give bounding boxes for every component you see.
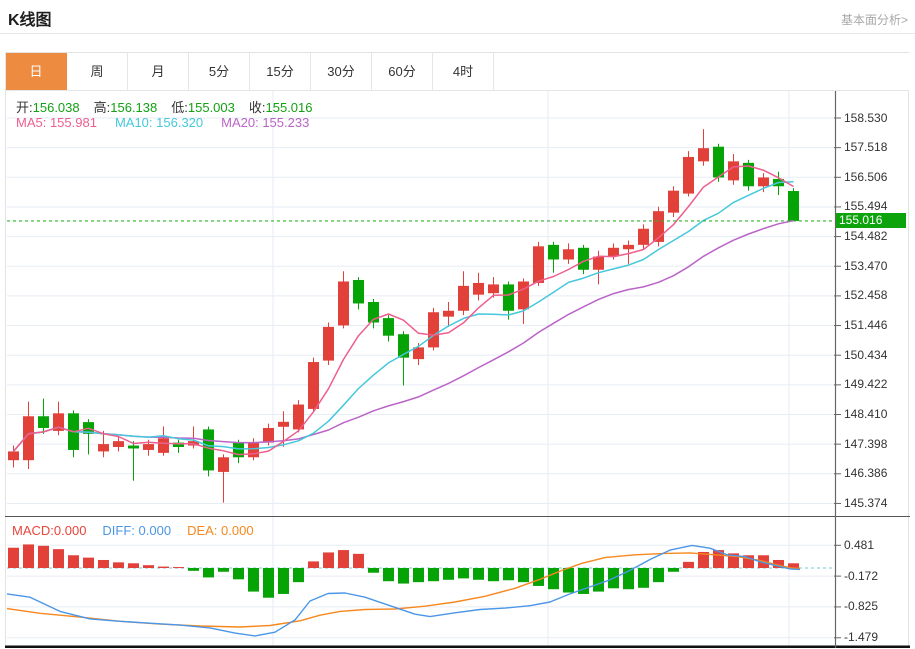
macd-tick-label: 0.481 bbox=[844, 537, 875, 552]
interval-tab[interactable]: 30分 bbox=[311, 53, 372, 90]
page-title: K线图 bbox=[8, 12, 52, 29]
interval-tab[interactable]: 5分 bbox=[189, 53, 250, 90]
price-tick-label: 151.446 bbox=[844, 318, 888, 333]
price-tick-label: 158.530 bbox=[844, 110, 888, 125]
interval-tab[interactable]: 周 bbox=[67, 53, 128, 90]
price-tick-label: 156.506 bbox=[844, 169, 888, 184]
low-value: 155.003 bbox=[187, 100, 235, 115]
ohlc-readout: 开:156.038 高:156.138 低:155.003 收:155.016 bbox=[16, 97, 327, 116]
macd-tick-label: -1.479 bbox=[844, 630, 879, 645]
price-tick-label: 146.386 bbox=[844, 466, 888, 481]
fundamental-analysis-link[interactable]: 基本面分析> bbox=[841, 11, 908, 28]
dea-value: DEA: 0.000 bbox=[187, 523, 254, 538]
interval-tab-bar: 日周月 5分 15分 30分 60分 4时 bbox=[6, 53, 909, 91]
ma5-value: MA5: 155.981 bbox=[16, 115, 97, 130]
low-label: 低: bbox=[171, 100, 188, 115]
price-tick-label: 154.482 bbox=[844, 229, 888, 244]
open-label: 开: bbox=[16, 100, 33, 115]
interval-tab[interactable]: 日 bbox=[6, 53, 67, 90]
price-tick-label: 157.518 bbox=[844, 140, 888, 155]
diff-value: DIFF: 0.000 bbox=[102, 523, 172, 538]
macd-readout: MACD:0.000 DIFF: 0.000 DEA: 0.000 bbox=[12, 523, 254, 538]
open-value: 156.038 bbox=[32, 100, 80, 115]
price-tick-label: 148.410 bbox=[844, 406, 888, 421]
price-tick-label: 150.434 bbox=[844, 347, 888, 362]
price-tick-label: 155.494 bbox=[844, 199, 888, 214]
price-tick-label: 149.422 bbox=[844, 377, 888, 392]
current-price-badge: 155.016 bbox=[836, 213, 906, 229]
close-value: 155.016 bbox=[265, 100, 313, 115]
ma-readout: MA5: 155.981 MA10: 156.320 MA20: 155.233 bbox=[16, 115, 309, 130]
high-value: 156.138 bbox=[110, 100, 158, 115]
macd-value: MACD:0.000 bbox=[12, 523, 87, 538]
interval-tab[interactable]: 60分 bbox=[372, 53, 433, 90]
price-tick-label: 152.458 bbox=[844, 288, 888, 303]
price-tick-label: 145.374 bbox=[844, 495, 888, 510]
interval-tab[interactable]: 4时 bbox=[433, 53, 494, 90]
interval-tab[interactable]: 15分 bbox=[250, 53, 311, 90]
ma20-value: MA20: 155.233 bbox=[221, 115, 310, 130]
interval-tab[interactable]: 月 bbox=[128, 53, 189, 90]
price-tick-label: 153.470 bbox=[844, 258, 888, 273]
macd-tick-label: -0.825 bbox=[844, 599, 879, 614]
high-label: 高: bbox=[93, 100, 111, 115]
close-label: 收: bbox=[248, 100, 266, 115]
macd-tick-label: -0.172 bbox=[844, 568, 879, 583]
price-tick-label: 147.398 bbox=[844, 436, 888, 451]
ma10-value: MA10: 156.320 bbox=[114, 115, 204, 130]
